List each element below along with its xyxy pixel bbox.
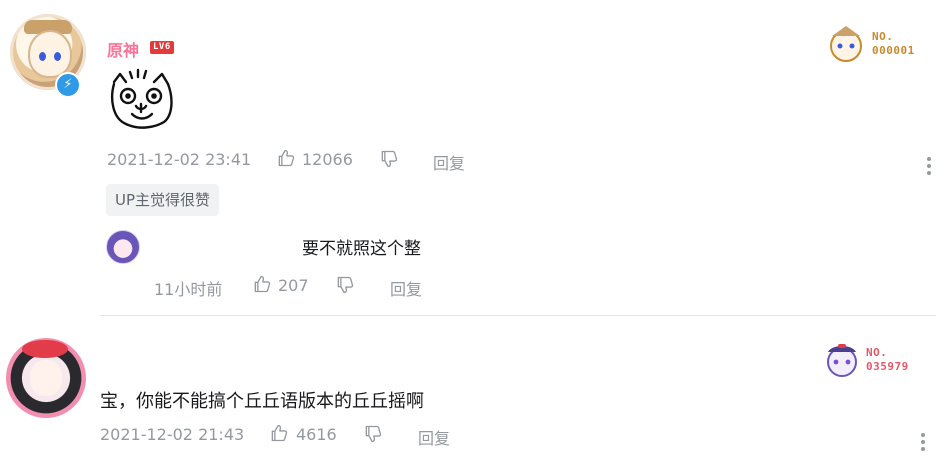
subreply-like-thumb-up-icon[interactable] xyxy=(252,274,272,294)
commenter-avatar-2[interactable] xyxy=(6,338,86,418)
subreply-dislike-thumb-down-icon[interactable] xyxy=(335,275,355,295)
cat-sticker-emote xyxy=(111,68,173,129)
fan-badge-avatar-icon xyxy=(830,26,862,62)
level-badge: LV6 xyxy=(150,41,174,54)
fan-badge-number: 035979 xyxy=(866,360,909,373)
comment-divider xyxy=(100,315,936,316)
avatar-face xyxy=(28,30,72,78)
like-thumb-up-icon[interactable] xyxy=(269,423,289,443)
subreply-reply-button[interactable]: 回复 xyxy=(390,276,422,300)
up-liked-tag: UP主觉得很赞 xyxy=(106,184,220,216)
fan-badge[interactable]: NO. 000001 xyxy=(824,22,934,68)
verified-bolt-icon: ⚡ xyxy=(55,72,81,98)
like-thumb-up-icon[interactable] xyxy=(276,148,296,168)
comment-date: 2021-12-02 21:43 xyxy=(100,425,245,444)
subreply-avatar[interactable] xyxy=(106,230,140,264)
fan-badge-2[interactable]: NO. 035979 xyxy=(822,340,934,386)
comment-text: 宝，你能不能搞个丘丘语版本的丘丘摇啊 xyxy=(100,391,424,412)
avatar-bow xyxy=(22,340,68,358)
subreply-time: 11小时前 xyxy=(154,280,223,299)
more-options-icon[interactable] xyxy=(926,157,932,178)
subreply-text: 要不就照这个整 xyxy=(302,239,421,259)
avatar-eye xyxy=(39,52,46,61)
more-options-icon[interactable] xyxy=(920,433,926,454)
fan-badge-label: NO. xyxy=(866,346,888,359)
like-count: 4616 xyxy=(296,425,337,444)
comment-date: 2021-12-02 23:41 xyxy=(107,150,252,169)
like-count: 12066 xyxy=(302,150,353,169)
fan-badge-label: NO. xyxy=(872,30,894,43)
reply-button[interactable]: 回复 xyxy=(433,150,465,174)
subreply-like-count: 207 xyxy=(278,276,309,295)
reply-button[interactable]: 回复 xyxy=(418,425,450,449)
avatar-face xyxy=(30,360,62,396)
dislike-thumb-down-icon[interactable] xyxy=(363,424,383,444)
fan-badge-number: 000001 xyxy=(872,44,915,57)
dislike-thumb-down-icon[interactable] xyxy=(379,149,399,169)
fan-badge-avatar-icon xyxy=(827,344,857,377)
avatar-eye xyxy=(54,52,61,61)
username[interactable]: 原神 xyxy=(107,37,139,61)
